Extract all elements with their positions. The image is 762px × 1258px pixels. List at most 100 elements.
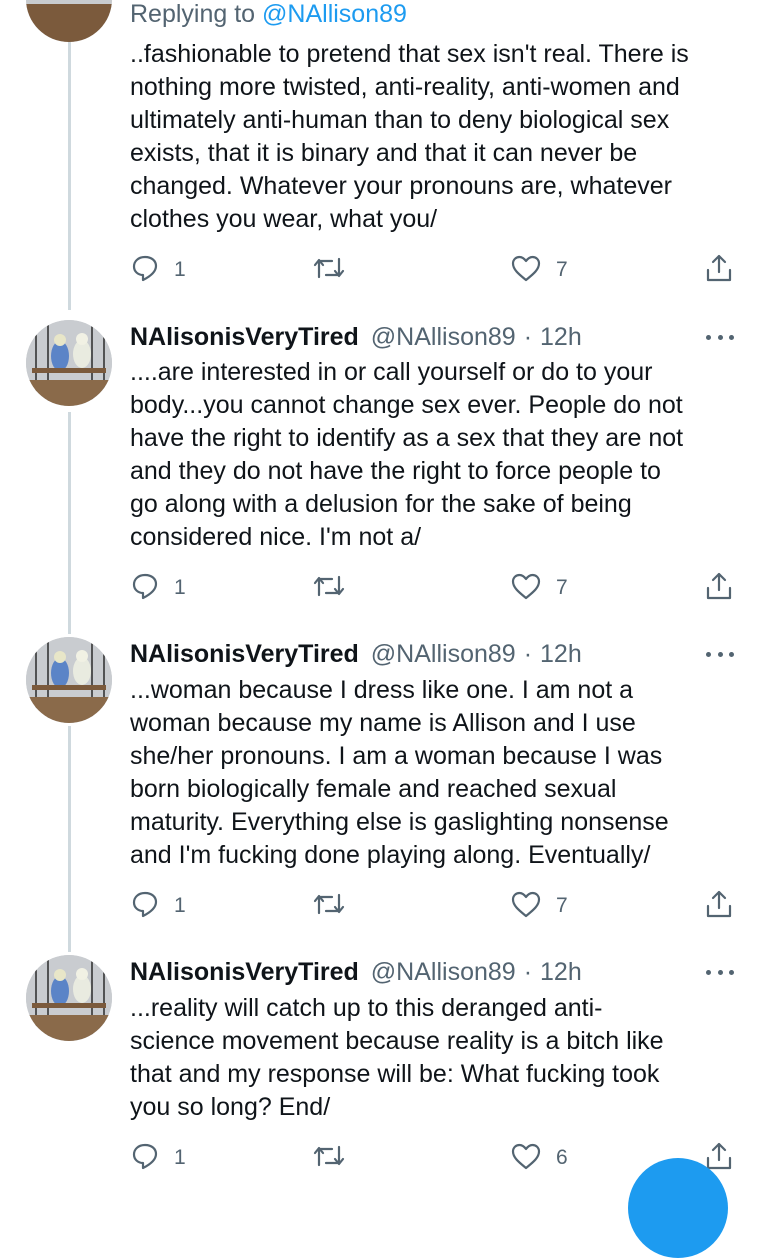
compose-button[interactable] [628, 1158, 728, 1258]
tweet-header: NAlisonisVeryTired @NAllison89 · 12h [130, 637, 582, 671]
like-button[interactable]: 6 [510, 1143, 568, 1173]
like-button[interactable]: 7 [510, 573, 568, 603]
tweet-text: ..fashionable to pretend that sex isn't … [130, 38, 750, 236]
reply-icon [130, 571, 160, 606]
user-handle[interactable]: @NAllison89 [371, 958, 516, 987]
avatar[interactable] [26, 0, 112, 42]
like-button[interactable]: 7 [510, 255, 568, 285]
tweet-header: NAlisonisVeryTired @NAllison89 · 12h [130, 320, 582, 354]
reply-count: 1 [174, 576, 186, 599]
share-icon [704, 253, 734, 288]
tweet-actions: 1 7 [130, 889, 740, 924]
display-name[interactable]: NAlisonisVeryTired [130, 958, 359, 987]
tweet-text: ....are interested in or call yourself o… [130, 356, 750, 554]
tweet-actions: 1 7 [130, 253, 740, 288]
more-icon [706, 969, 711, 975]
tweet-text-line: clothes you wear, what you/ [130, 205, 438, 233]
more-options-button[interactable] [706, 962, 734, 982]
tweet-text-line: you so long? End/ [130, 1093, 331, 1121]
retweet-icon [312, 1141, 346, 1176]
more-icon [729, 651, 734, 657]
tweet-text-line: that and my response will be: What fucki… [130, 1060, 660, 1088]
avatar[interactable] [26, 637, 112, 723]
thread-line [68, 412, 71, 634]
header-separator: · [523, 639, 533, 668]
reply-button[interactable]: 1 [130, 1143, 186, 1173]
tweet-text-line: body...you cannot change sex ever. Peopl… [130, 391, 683, 419]
retweet-button[interactable] [312, 891, 346, 921]
more-icon [717, 334, 723, 340]
share-button[interactable] [704, 571, 734, 606]
retweet-icon [312, 253, 346, 288]
reply-count: 1 [174, 894, 186, 917]
tweet-text-line: ....are interested in or call yourself o… [130, 358, 653, 386]
like-button[interactable]: 7 [510, 891, 568, 921]
heart-icon [510, 253, 542, 288]
tweet-timestamp[interactable]: 12h [540, 323, 582, 352]
tweet-text: ...reality will catch up to this derange… [130, 992, 750, 1124]
thread-line [68, 726, 71, 952]
more-icon [729, 969, 734, 975]
heart-icon [510, 571, 542, 606]
user-handle[interactable]: @NAllison89 [371, 640, 516, 669]
tweet-text-line: ultimately anti-human than to deny biolo… [130, 106, 670, 134]
like-count: 7 [556, 258, 568, 281]
avatar[interactable] [26, 955, 112, 1041]
reply-count: 1 [174, 1146, 186, 1169]
display-name[interactable]: NAlisonisVeryTired [130, 640, 359, 669]
header-separator: · [523, 957, 533, 986]
retweet-button[interactable] [312, 1143, 346, 1173]
more-icon [706, 651, 711, 657]
retweet-button[interactable] [312, 573, 346, 603]
tweet-text-line: have the right to identify as a sex that… [130, 424, 684, 452]
more-icon [717, 651, 723, 657]
tweet-text-line: ...reality will catch up to this derange… [130, 994, 603, 1022]
reply-count: 1 [174, 258, 186, 281]
like-count: 6 [556, 1146, 568, 1169]
share-icon [704, 571, 734, 606]
display-name[interactable]: NAlisonisVeryTired [130, 323, 359, 352]
reply-button[interactable]: 1 [130, 255, 186, 285]
tweet-text-line: science movement because reality is a bi… [130, 1027, 664, 1055]
reply-button[interactable]: 1 [130, 891, 186, 921]
like-count: 7 [556, 894, 568, 917]
heart-icon [510, 1141, 542, 1176]
replying-prefix: Replying to [130, 0, 256, 28]
share-button[interactable] [704, 253, 734, 288]
tweet-text-line: ...woman because I dress like one. I am … [130, 676, 634, 704]
retweet-button[interactable] [312, 255, 346, 285]
more-options-button[interactable] [706, 644, 734, 664]
tweet-text-line: considered nice. I'm not a/ [130, 523, 422, 551]
tweet-text-line: and I'm fucking done playing along. Even… [130, 841, 651, 869]
user-handle[interactable]: @NAllison89 [371, 323, 516, 352]
tweet-header: NAlisonisVeryTired @NAllison89 · 12h [130, 955, 582, 989]
tweet-text: ...woman because I dress like one. I am … [130, 674, 750, 872]
header-separator: · [523, 322, 533, 351]
replying-mention-link[interactable]: @NAllison89 [262, 0, 407, 28]
more-icon [729, 334, 734, 340]
more-icon [717, 969, 723, 975]
tweet-text-line: changed. Whatever your pronouns are, wha… [130, 172, 672, 200]
tweet-timestamp[interactable]: 12h [540, 640, 582, 669]
reply-icon [130, 253, 160, 288]
tweet-text-line: ..fashionable to pretend that sex isn't … [130, 40, 689, 68]
replying-to: Replying to @NAllison89 [130, 0, 407, 29]
reply-icon [130, 1141, 160, 1176]
tweet-text-line: go along with a delusion for the sake of… [130, 490, 632, 518]
reply-icon [130, 889, 160, 924]
more-options-button[interactable] [706, 327, 734, 347]
reply-button[interactable]: 1 [130, 573, 186, 603]
retweet-icon [312, 889, 346, 924]
retweet-icon [312, 571, 346, 606]
tweet-text-line: born biologically female and reached sex… [130, 775, 617, 803]
share-icon [704, 889, 734, 924]
avatar[interactable] [26, 320, 112, 406]
more-icon [706, 334, 711, 340]
tweet-text-line: maturity. Everything else is gaslighting… [130, 808, 669, 836]
tweet-timestamp[interactable]: 12h [540, 958, 582, 987]
like-count: 7 [556, 576, 568, 599]
tweet-text-line: she/her pronouns. I am a woman because I… [130, 742, 663, 770]
share-button[interactable] [704, 889, 734, 924]
tweet-text-line: and they do not have the right to force … [130, 457, 661, 485]
tweet-text-line: exists, that it is binary and that it ca… [130, 139, 638, 167]
